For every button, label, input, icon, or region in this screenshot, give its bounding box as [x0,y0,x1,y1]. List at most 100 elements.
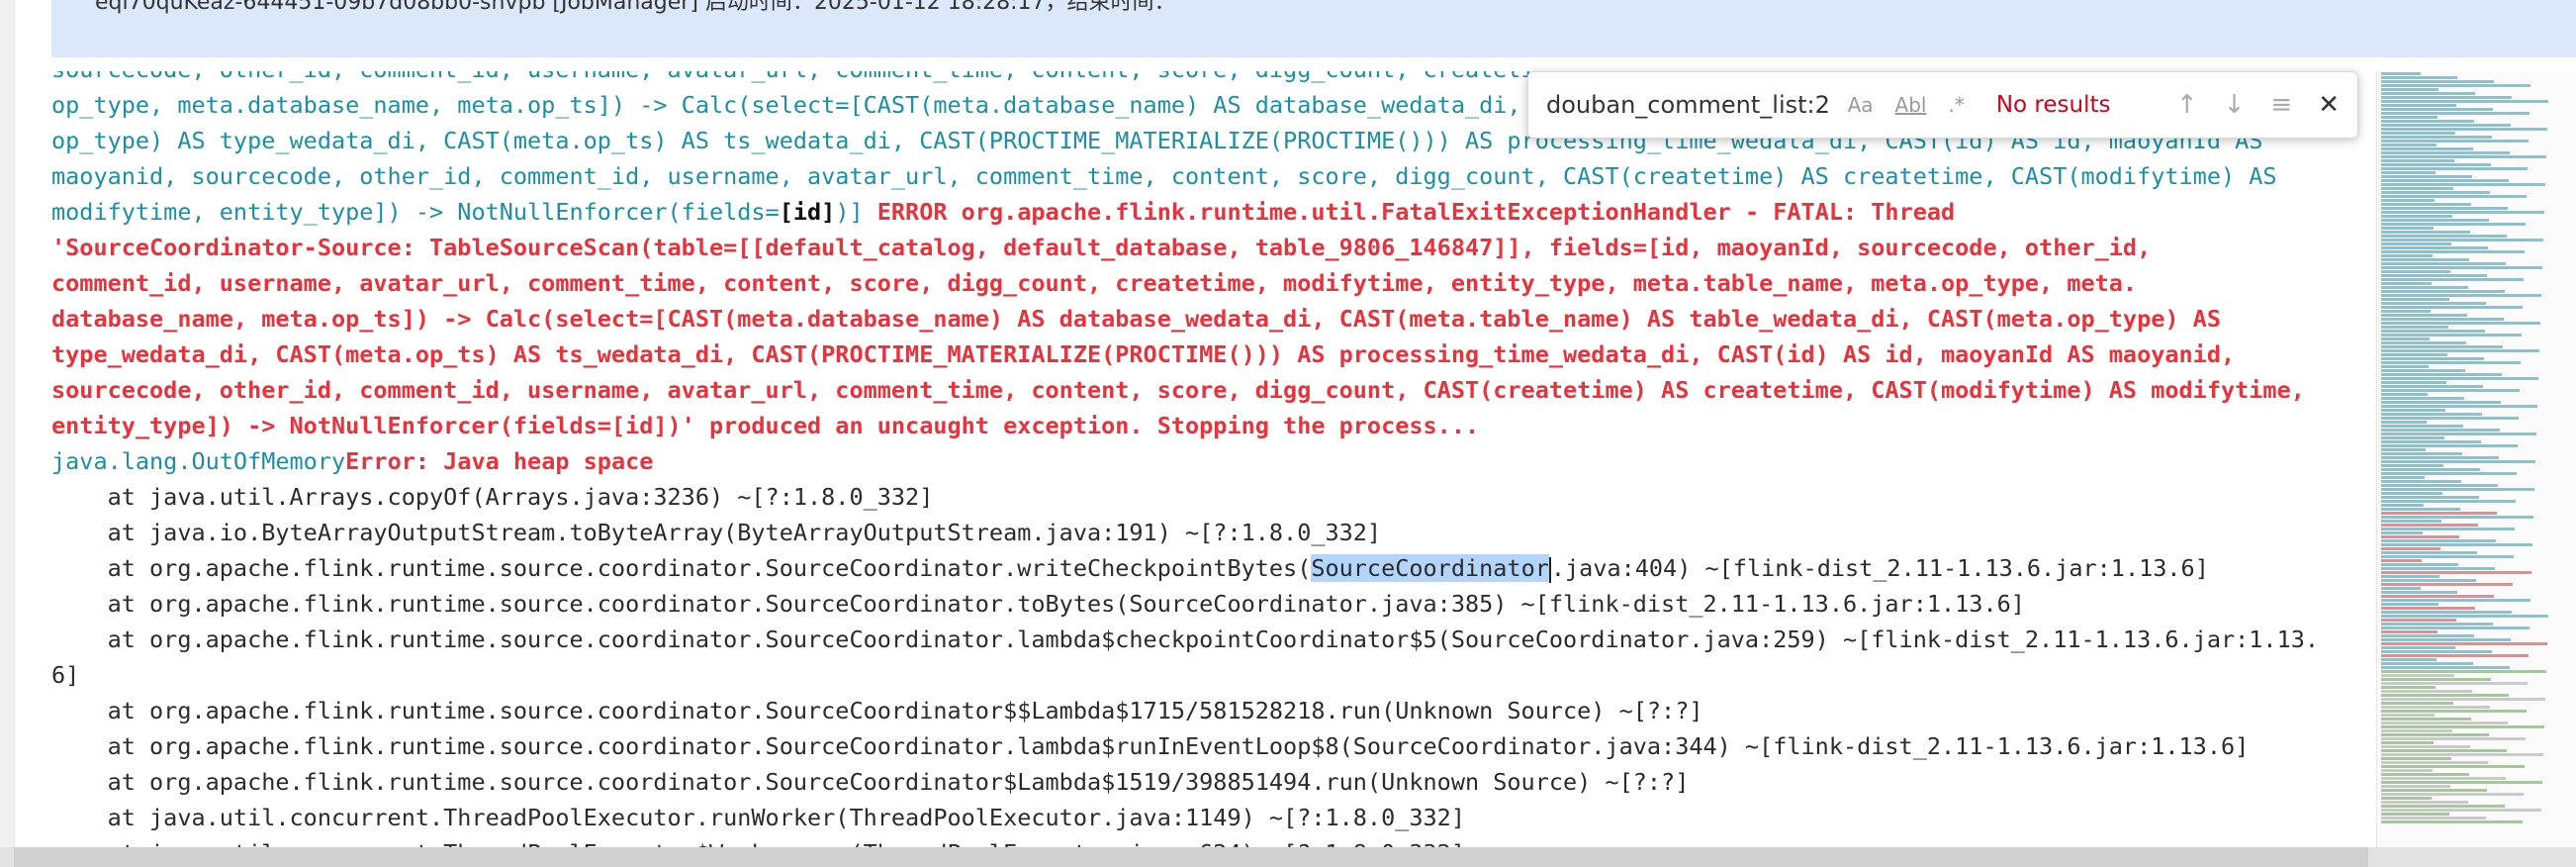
match-case-toggle[interactable]: Aa [1848,93,1874,117]
minimap-line [2381,820,2523,823]
minimap-line [2381,429,2500,432]
selected-text[interactable]: SourceCoordinator [1311,554,1549,582]
minimap-line [2381,179,2509,182]
whole-word-toggle[interactable]: Abl [1895,93,1927,117]
minimap-line [2381,171,2436,174]
previous-match-icon[interactable]: ↑ [2176,90,2198,120]
minimap-line [2381,460,2535,463]
find-in-selection-icon[interactable]: ≡ [2270,90,2292,120]
minimap-line [2381,444,2518,447]
minimap-line [2381,555,2514,558]
regex-toggle[interactable]: .* [1948,93,1964,117]
minimap[interactable] [2376,71,2576,853]
minimap-line [2381,789,2487,792]
minimap-line [2381,670,2546,673]
minimap-line [2381,183,2545,186]
log-segment: .java:404) ~[flink-dist_2.11-1.13.6.jar:… [1550,554,2209,582]
minimap-line [2381,654,2529,657]
minimap-line [2381,496,2479,499]
minimap-line [2381,583,2513,586]
minimap-line [2381,345,2503,348]
minimap-line [2381,710,2527,713]
minimap-line [2381,488,2534,491]
minimap-line [2381,725,2544,728]
horizontal-scrollbar[interactable] [14,847,2368,867]
next-match-icon[interactable]: ↓ [2224,90,2246,120]
minimap-line [2381,781,2542,784]
minimap-line [2381,817,2486,819]
log-line: maoyanid, sourcecode, other_id, comment_… [51,162,2277,190]
minimap-line [2381,587,2421,590]
minimap-line [2381,262,2506,265]
minimap-line [2381,215,2452,218]
minimap-line [2381,136,2492,139]
minimap-line [2381,611,2512,614]
minimap-line [2381,147,2473,150]
minimap-line [2381,306,2523,309]
minimap-line [2381,472,2517,475]
minimap-line [2381,401,2501,404]
minimap-line [2381,298,2449,301]
stack-trace-line: at java.util.Arrays.copyOf(Arrays.java:3… [51,483,934,511]
find-input[interactable]: douban_comment_list:2 [1546,91,1848,119]
log-viewer[interactable]: sourcecode, other_id, comment_id, userna… [51,71,2366,853]
log-line: java.lang.OutOfMemoryError: Java heap sp… [51,443,2366,479]
stack-trace-line: at org.apache.flink.runtime.source.coord… [51,550,2366,586]
minimap-line [2381,88,2438,91]
minimap-line [2381,448,2426,451]
log-error-line: sourcecode, other_id, comment_id, userna… [51,376,2305,404]
minimap-line [2381,805,2505,808]
minimap-line [2381,203,2471,206]
minimap-line [2381,516,2533,519]
minimap-line [2381,246,2488,249]
job-header-band: eqi70quKeaz-644451-09b7d08bb0-snvpb [Job… [51,0,2576,57]
minimap-line [2381,666,2510,669]
stack-trace-line: at org.apache.flink.runtime.source.coord… [51,590,2025,618]
stack-trace-line: at java.io.ByteArrayOutputStream.toByteA… [51,519,1382,546]
log-line: modifytime, entity_type]) -> NotNullEnfo… [51,194,2366,230]
minimap-line [2381,357,2484,360]
minimap-line [2381,159,2454,162]
minimap-line [2381,440,2481,443]
minimap-line [2381,318,2504,321]
minimap-line [2381,369,2465,372]
minimap-line [2381,334,2522,337]
minimap-line [2381,769,2433,772]
minimap-line [2381,559,2422,562]
minimap-line [2381,813,2449,816]
minimap-line [2381,326,2448,329]
minimap-line [2381,749,2507,752]
log-error-segment: Error: Java heap space [345,447,654,475]
minimap-line [2381,623,2493,626]
minimap-line [2381,801,2468,804]
minimap-line [2381,714,2435,717]
minimap-line [2381,678,2491,681]
minimap-line [2381,634,2474,637]
minimap-line [2381,116,2438,119]
minimap-line [2381,563,2458,566]
minimap-line [2381,745,2470,748]
minimap-line [2381,290,2505,293]
minimap-line [2381,92,2475,95]
minimap-line [2381,349,2539,352]
left-gutter [0,0,15,867]
minimap-line [2381,175,2472,178]
minimap-line [2381,433,2536,435]
minimap-line [2381,694,2509,697]
minimap-line [2381,167,2528,170]
log-error-line: 'SourceCoordinator-Source: TableSourceSc… [51,234,2152,261]
minimap-line [2381,393,2428,396]
find-result-status: No results [1995,92,2111,118]
close-icon[interactable]: ✕ [2318,90,2340,120]
minimap-line [2381,615,2548,618]
minimap-line [2381,626,2530,629]
minimap-line [2381,409,2445,412]
minimap-line [2381,500,2516,503]
stack-trace-line: at org.apache.flink.runtime.source.coord… [51,626,2320,653]
minimap-line [2381,195,2527,198]
minimap-line [2381,512,2497,515]
minimap-line [2381,765,2525,768]
minimap-line [2381,76,2457,79]
stack-trace-line: at java.util.concurrent.ThreadPoolExecut… [51,804,1465,831]
minimap-line [2381,658,2437,661]
